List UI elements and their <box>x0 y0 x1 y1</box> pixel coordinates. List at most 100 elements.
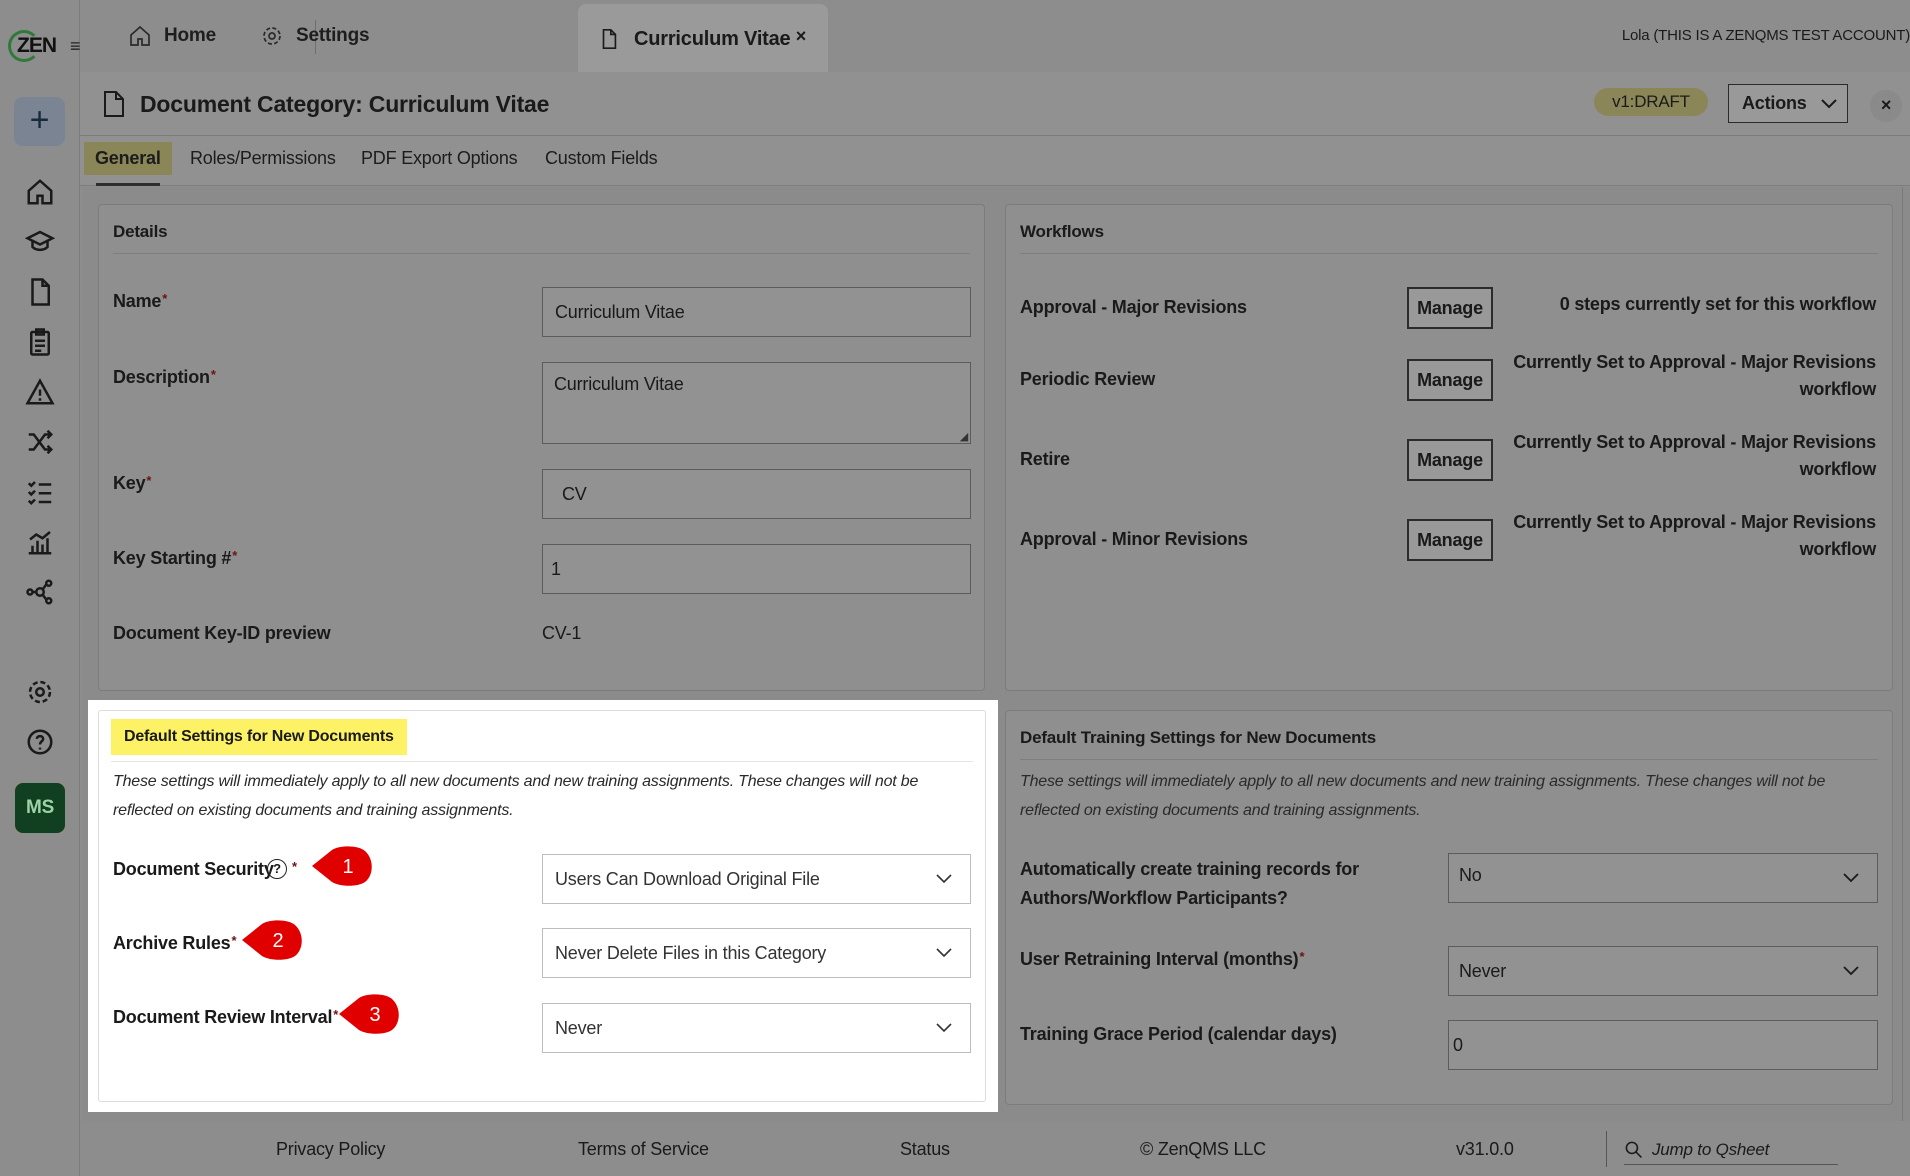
auto-create-training-select[interactable]: No <box>1448 853 1878 903</box>
document-review-interval-select[interactable]: Never <box>542 1003 971 1053</box>
section-tabs: General Roles/Permissions PDF Export Opt… <box>80 136 1910 186</box>
tab-general[interactable]: General <box>84 142 172 175</box>
top-bar: Home Settings Curriculum Vitae × Lola (T… <box>80 0 1910 74</box>
gear-icon <box>263 27 281 45</box>
tab-settings[interactable]: Settings <box>260 0 370 72</box>
divider <box>1020 253 1878 254</box>
footer-divider <box>1606 1131 1607 1167</box>
status-link[interactable]: Status <box>900 1139 950 1160</box>
training-settings-note: These settings will immediately apply to… <box>1020 773 1826 819</box>
default-settings-spotlight: Default Settings for New Documents These… <box>88 700 998 1112</box>
description-text: Curriculum Vitae <box>554 374 684 394</box>
avatar[interactable]: MS <box>15 783 65 833</box>
active-tab-underline <box>96 183 160 186</box>
terms-of-service-link[interactable]: Terms of Service <box>578 1139 709 1160</box>
manage-button[interactable]: Manage <box>1407 359 1493 401</box>
description-field[interactable]: Curriculum Vitae ◢ <box>542 362 971 444</box>
network-icon[interactable] <box>22 574 58 610</box>
name-label: Name* <box>113 291 168 311</box>
chevron-down-icon <box>936 1023 952 1033</box>
tab-pdf-export-options[interactable]: PDF Export Options <box>361 148 518 169</box>
tab-settings-label: Settings <box>296 25 370 46</box>
divider <box>1020 759 1878 760</box>
details-card: Details Name* Curriculum Vitae Descripti… <box>98 204 985 691</box>
help-icon[interactable]: ? <box>267 859 287 879</box>
zen-logo[interactable]: ZEN <box>8 28 58 62</box>
training-settings-heading: Default Training Settings for New Docume… <box>1020 728 1376 747</box>
workflow-note: Currently Set to Approval - Major Revisi… <box>1513 432 1876 479</box>
key-id-preview-value: CV-1 <box>542 623 582 643</box>
grace-period-label: Training Grace Period (calendar days) <box>1020 1024 1337 1044</box>
callout-badge-3: 3 <box>339 994 399 1034</box>
key-starting-field[interactable]: 1 <box>542 544 971 594</box>
actions-label: Actions <box>1742 93 1807 113</box>
document-security-select[interactable]: Users Can Download Original File <box>542 854 971 904</box>
key-id-preview-label: Document Key-ID preview <box>113 623 331 643</box>
analytics-icon[interactable] <box>22 524 58 560</box>
divider <box>113 253 970 254</box>
tab-custom-fields[interactable]: Custom Fields <box>545 148 658 169</box>
page-title-text: Document Category: Curriculum Vitae <box>140 90 550 117</box>
tab-home-label: Home <box>164 25 216 46</box>
copyright: © ZenQMS LLC <box>1140 1139 1266 1159</box>
document-review-interval-value: Never <box>555 1017 603 1038</box>
retraining-interval-label: User Retraining Interval (months)* <box>1020 949 1305 969</box>
actions-button[interactable]: Actions <box>1728 84 1848 123</box>
chevron-down-icon <box>1843 873 1859 883</box>
workflow-note: 0 steps currently set for this workflow <box>1559 294 1876 314</box>
document-icon <box>602 29 617 49</box>
footer: Privacy Policy Terms of Service Status ©… <box>80 1121 1910 1176</box>
create-button[interactable]: + <box>14 97 65 146</box>
checklist-icon[interactable] <box>22 474 58 510</box>
archive-rules-label: Archive Rules* <box>113 933 237 953</box>
privacy-policy-link[interactable]: Privacy Policy <box>276 1139 385 1160</box>
name-field[interactable]: Curriculum Vitae <box>542 287 971 337</box>
shuffle-icon[interactable] <box>22 424 58 460</box>
chevron-down-icon <box>1843 966 1859 976</box>
document-security-value: Users Can Download Original File <box>555 868 820 889</box>
document-icon[interactable] <box>22 274 58 310</box>
resize-handle-icon[interactable]: ◢ <box>960 430 968 443</box>
clipboard-icon[interactable] <box>22 324 58 360</box>
description-label: Description* <box>113 367 216 387</box>
tab-roles-permissions[interactable]: Roles/Permissions <box>190 148 336 169</box>
workflow-note: Currently Set to Approval - Major Revisi… <box>1513 352 1876 399</box>
home-icon[interactable] <box>22 174 58 210</box>
grace-period-field[interactable]: 0 <box>1448 1020 1878 1070</box>
search-icon <box>1625 1141 1642 1158</box>
chevron-down-icon <box>936 948 952 958</box>
manage-button[interactable]: Manage <box>1407 439 1493 481</box>
logo-text: ZEN <box>17 34 57 57</box>
default-settings-card: Default Settings for New Documents These… <box>98 710 986 1102</box>
badge-number: 2 <box>273 930 284 952</box>
workflow-name: Retire <box>1020 449 1070 469</box>
tab-home[interactable]: Home <box>128 0 216 72</box>
version-badge: v1:DRAFT <box>1594 88 1708 116</box>
close-icon[interactable]: × <box>1870 90 1902 122</box>
badge-number: 3 <box>370 1004 381 1026</box>
menu-icon[interactable]: ≡ <box>70 36 81 57</box>
document-header: Document Category: Curriculum Vitae v1:D… <box>80 72 1910 136</box>
warning-icon[interactable] <box>22 374 58 410</box>
gear-icon[interactable] <box>22 674 58 710</box>
archive-rules-select[interactable]: Never Delete Files in this Category <box>542 928 971 978</box>
manage-button[interactable]: Manage <box>1407 287 1493 329</box>
auto-create-training-value: No <box>1459 865 1482 885</box>
page-title: Document Category: Curriculum Vitae <box>102 90 549 118</box>
divider <box>111 761 973 762</box>
close-tab-icon[interactable]: × <box>796 26 807 47</box>
jump-to-qsheet-input[interactable]: Jump to Qsheet <box>1624 1135 1838 1165</box>
scrollbar[interactable] <box>1902 187 1910 1121</box>
default-settings-heading: Default Settings for New Documents <box>111 719 407 755</box>
tab-curriculum-vitae[interactable]: Curriculum Vitae × <box>578 4 828 74</box>
key-field[interactable]: CV <box>542 469 971 519</box>
graduation-cap-icon[interactable] <box>22 224 58 260</box>
user-name[interactable]: Lola (THIS IS A ZENQMS TEST ACCOUNT) <box>1622 27 1910 44</box>
document-icon <box>104 91 124 117</box>
tab-active-label: Curriculum Vitae <box>634 27 791 50</box>
workflows-card: Workflows Approval - Major Revisions Man… <box>1005 204 1893 691</box>
manage-button[interactable]: Manage <box>1407 519 1493 561</box>
retraining-interval-select[interactable]: Never <box>1448 946 1878 996</box>
details-heading: Details <box>113 222 168 241</box>
help-icon[interactable] <box>22 724 58 760</box>
